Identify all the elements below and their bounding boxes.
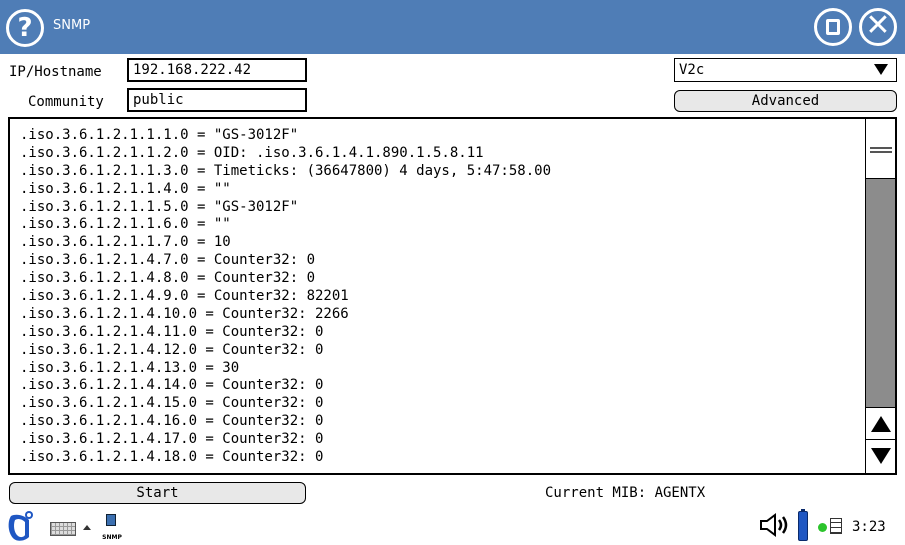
ip-hostname-label: IP/Hostname	[9, 64, 102, 80]
scroll-down-button[interactable]	[866, 439, 895, 473]
title-bar: ? SNMP ✕	[0, 0, 905, 54]
snmp-output-area[interactable]: .iso.3.6.1.2.1.1.1.0 = "GS-3012F" .iso.3.…	[8, 117, 897, 475]
scroll-up-button[interactable]	[866, 407, 895, 439]
window-title: SNMP	[53, 18, 91, 33]
network-status-icon	[818, 523, 827, 532]
arrow-down-icon	[871, 448, 891, 464]
output-line: .iso.3.6.1.2.1.4.10.0 = Counter32: 2266	[20, 305, 349, 322]
minimize-button[interactable]	[814, 8, 852, 46]
output-line: .iso.3.6.1.2.1.4.18.0 = Counter32: 0	[20, 449, 324, 466]
output-line: .iso.3.6.1.2.1.4.13.0 = 30	[20, 359, 240, 376]
clock: 3:23	[852, 519, 886, 535]
output-line: .iso.3.6.1.2.1.4.12.0 = Counter32: 0	[20, 341, 324, 358]
start-button[interactable]: Start	[9, 482, 306, 504]
output-line: .iso.3.6.1.2.1.1.5.0 = "GS-3012F"	[20, 198, 299, 215]
keyboard-icon[interactable]	[50, 522, 76, 536]
output-line: .iso.3.6.1.2.1.4.9.0 = Counter32: 82201	[20, 288, 349, 305]
ip-hostname-input[interactable]: 192.168.222.42	[127, 58, 307, 82]
current-mib-status: Current MIB: AGENTX	[545, 485, 706, 501]
taskbar-item-label: SNMP	[102, 534, 122, 541]
battery-icon[interactable]	[798, 509, 808, 541]
scrollbar-thumb[interactable]	[866, 119, 895, 179]
output-line: .iso.3.6.1.2.1.1.6.0 = ""	[20, 216, 231, 233]
advanced-button[interactable]: Advanced	[674, 90, 897, 112]
output-line: .iso.3.6.1.2.1.4.7.0 = Counter32: 0	[20, 252, 316, 269]
chevron-down-icon[interactable]	[874, 64, 888, 75]
community-input[interactable]: public	[127, 88, 307, 112]
snmp-version-select[interactable]: V2c	[674, 58, 897, 82]
snmp-app-icon	[106, 514, 116, 526]
taskbar: SNMP 3:23	[0, 507, 905, 545]
output-line: .iso.3.6.1.2.1.4.11.0 = Counter32: 0	[20, 323, 324, 340]
output-lines: .iso.3.6.1.2.1.1.1.0 = "GS-3012F" .iso.3.…	[20, 127, 551, 467]
output-line: .iso.3.6.1.2.1.1.2.0 = OID: .iso.3.6.1.4…	[20, 144, 484, 161]
network-icon[interactable]	[830, 518, 842, 534]
output-line: .iso.3.6.1.2.1.1.1.0 = "GS-3012F"	[20, 127, 299, 143]
output-line: .iso.3.6.1.2.1.4.17.0 = Counter32: 0	[20, 431, 324, 448]
output-line: .iso.3.6.1.2.1.4.8.0 = Counter32: 0	[20, 270, 316, 287]
output-line: .iso.3.6.1.2.1.4.14.0 = Counter32: 0	[20, 377, 324, 394]
output-line: .iso.3.6.1.2.1.1.4.0 = ""	[20, 180, 231, 197]
grip-icon	[870, 147, 892, 153]
output-line: .iso.3.6.1.2.1.1.3.0 = Timeticks: (36647…	[20, 162, 552, 179]
output-line: .iso.3.6.1.2.1.4.16.0 = Counter32: 0	[20, 413, 324, 430]
output-line: .iso.3.6.1.2.1.1.7.0 = 10	[20, 234, 231, 251]
speaker-icon[interactable]	[758, 512, 792, 538]
snmp-version-value: V2c	[679, 62, 705, 78]
output-line: .iso.3.6.1.2.1.4.15.0 = Counter32: 0	[20, 395, 324, 412]
taskbar-item-snmp[interactable]: SNMP	[98, 512, 126, 544]
help-button[interactable]: ?	[6, 9, 44, 47]
minimize-icon	[826, 19, 840, 35]
community-label: Community	[28, 94, 104, 110]
vertical-scrollbar[interactable]	[865, 119, 895, 473]
caret-up-icon[interactable]	[83, 525, 91, 530]
close-button[interactable]: ✕	[859, 8, 897, 46]
arrow-up-icon	[871, 416, 891, 432]
start-menu-logo-icon[interactable]	[5, 510, 35, 542]
